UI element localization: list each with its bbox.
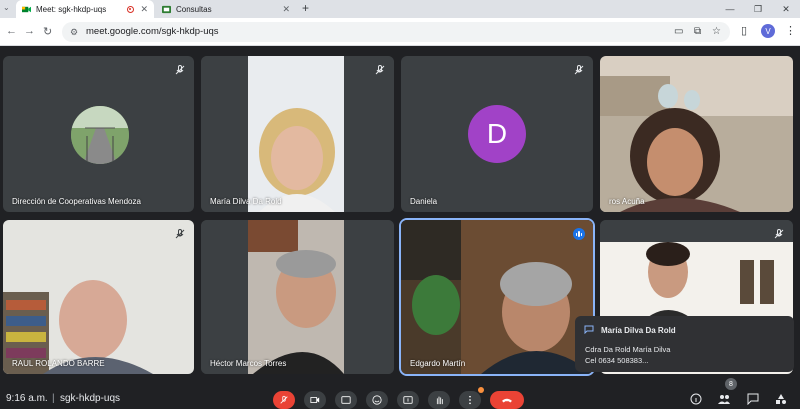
- participant-video: [201, 220, 394, 374]
- participant-name: Dirección de Cooperativas Mendoza: [12, 197, 141, 206]
- meeting-time: 9:16 a.m.: [6, 393, 48, 404]
- reload-icon[interactable]: ↻: [43, 25, 52, 38]
- microphone-muted-icon: [175, 229, 185, 239]
- participant-video: [600, 56, 793, 212]
- site-favicon-icon: [162, 5, 171, 13]
- raise-hand-button[interactable]: [428, 391, 450, 409]
- tab-title: Consultas: [176, 4, 212, 14]
- microphone-muted-icon: [774, 229, 784, 239]
- browser-tab-bar: ⌄ Meet: sgk-hkdp-uqs ✕ Consultas ✕ + — ❐…: [0, 0, 800, 18]
- chat-sender: María Dilva Da Rold: [601, 326, 676, 335]
- participant-video: [3, 220, 194, 374]
- chat-message-text: Cdra Da Rold María Dilva Cel 0634 508383…: [585, 344, 670, 366]
- camera-in-use-icon[interactable]: ▭: [674, 26, 683, 37]
- participant-name: ros Acuña: [609, 197, 645, 206]
- participant-name: Daniela: [410, 197, 438, 206]
- meeting-info-icon[interactable]: [689, 393, 703, 405]
- open-in-app-icon[interactable]: ⧉: [694, 26, 701, 37]
- participant-tile[interactable]: RAUL ROLANDO BARRE: [3, 220, 194, 374]
- url-text: meet.google.com/sgk-hkdp-uqs: [86, 26, 219, 37]
- chat-message-popup[interactable]: María Dilva Da Rold Cdra Da Rold María D…: [575, 316, 794, 372]
- tab-title: Meet: sgk-hkdp-uqs: [36, 4, 107, 14]
- participant-video: [201, 56, 394, 212]
- camera-toggle-button[interactable]: [304, 391, 326, 409]
- people-icon[interactable]: [717, 393, 731, 405]
- participant-name: RAUL ROLANDO BARRE: [12, 359, 105, 368]
- more-options-button[interactable]: [459, 391, 481, 409]
- activities-icon[interactable]: [774, 393, 788, 405]
- address-bar[interactable]: ⚙ meet.google.com/sgk-hkdp-uqs ▭ ⧉ ☆: [62, 22, 730, 42]
- forward-icon[interactable]: →: [24, 25, 35, 37]
- restore-icon[interactable]: ❐: [744, 0, 772, 18]
- close-tab-icon[interactable]: ✕: [140, 4, 148, 15]
- chat-line: Cel 0634 508383...: [585, 356, 649, 365]
- browser-toolbar: ← → ↻ ⚙ meet.google.com/sgk-hkdp-uqs ▭ ⧉…: [0, 18, 800, 46]
- meeting-code: sgk-hkdp-uqs: [60, 393, 121, 404]
- minimize-icon[interactable]: —: [716, 0, 744, 18]
- bookmark-star-icon[interactable]: ☆: [712, 26, 721, 37]
- participant-name: María Dilva Da Rold: [210, 197, 282, 206]
- people-count-badge: 8: [725, 378, 737, 390]
- close-window-icon[interactable]: ✕: [772, 0, 800, 18]
- profile-avatar[interactable]: V: [761, 24, 775, 38]
- microphone-muted-icon: [175, 65, 185, 75]
- participant-avatar: [71, 106, 129, 164]
- notification-dot-icon: [478, 387, 484, 393]
- participant-tile[interactable]: ros Acuña: [600, 56, 793, 212]
- separator: |: [52, 393, 55, 404]
- participant-name: Héctor Marcos Torres: [210, 359, 287, 368]
- leave-call-button[interactable]: [490, 391, 524, 409]
- microphone-muted-icon: [375, 65, 385, 75]
- side-panel-icon[interactable]: ▯: [741, 24, 747, 37]
- participant-tile[interactable]: Dirección de Cooperativas Mendoza: [3, 56, 194, 212]
- participant-tile-active-speaker[interactable]: Edgardo Martín: [399, 218, 595, 376]
- chat-line: Cdra Da Rold María Dilva: [585, 345, 671, 354]
- speaking-indicator-icon: [573, 228, 585, 240]
- chat-icon[interactable]: [746, 393, 760, 405]
- tab-consultas[interactable]: Consultas ✕: [156, 0, 296, 18]
- microphone-toggle-button[interactable]: [273, 391, 295, 409]
- participant-video: [401, 220, 593, 374]
- emoji-reactions-button[interactable]: [366, 391, 388, 409]
- browser-menu-icon[interactable]: ⋮: [785, 24, 796, 37]
- participant-initial-avatar: D: [468, 105, 526, 163]
- participant-tile[interactable]: Héctor Marcos Torres: [201, 220, 394, 374]
- tab-meet[interactable]: Meet: sgk-hkdp-uqs ✕: [16, 0, 154, 18]
- tab-search-icon[interactable]: ⌄: [3, 3, 10, 12]
- participant-tile[interactable]: María Dilva Da Rold: [201, 56, 394, 212]
- chat-bubble-icon: [584, 325, 594, 334]
- captions-button[interactable]: [335, 391, 357, 409]
- recording-indicator-icon: [127, 5, 135, 13]
- meeting-control-bar: 9:16 a.m. | sgk-hkdp-uqs: [0, 384, 800, 409]
- participant-name: Edgardo Martín: [410, 359, 466, 368]
- window-controls: — ❐ ✕: [716, 0, 800, 18]
- back-icon[interactable]: ←: [6, 25, 17, 37]
- new-tab-button[interactable]: +: [302, 1, 309, 15]
- site-info-icon[interactable]: ⚙: [70, 27, 78, 38]
- meet-favicon-icon: [22, 6, 31, 12]
- microphone-muted-icon: [574, 65, 584, 75]
- close-tab-icon[interactable]: ✕: [282, 4, 290, 15]
- present-screen-button[interactable]: [397, 391, 419, 409]
